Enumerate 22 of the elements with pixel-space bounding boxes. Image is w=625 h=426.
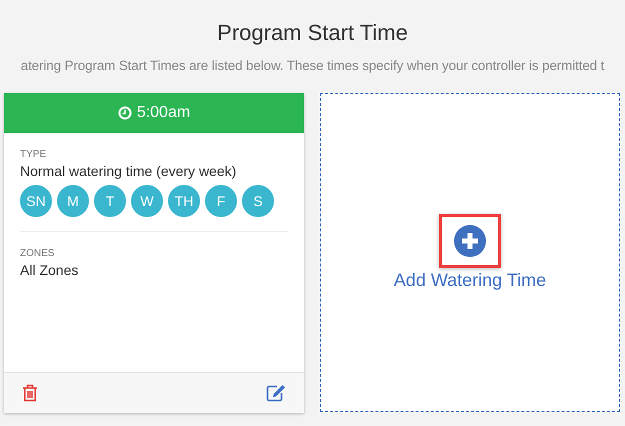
add-watering-time-panel[interactable]: Add Watering Time: [320, 93, 620, 412]
day-badge: M: [57, 185, 89, 217]
day-badge: S: [242, 185, 274, 217]
day-badge: W: [131, 185, 163, 217]
type-label: TYPE: [20, 149, 48, 160]
day-badge: TH: [168, 185, 200, 217]
day-badge: F: [205, 185, 237, 217]
zones-label: ZONES: [20, 248, 56, 259]
clock-icon: [118, 106, 132, 120]
start-time: 5:00am: [136, 104, 190, 122]
page-title: Program Start Time: [216, 19, 409, 47]
edit-icon: [266, 384, 286, 402]
add-watering-time-link[interactable]: Add Watering Time: [394, 270, 546, 291]
day-badge: T: [94, 185, 126, 217]
edit-button[interactable]: [266, 384, 286, 402]
page-description: atering Program Start Times are listed below. These times specify when your controller is permitted t: [20, 58, 604, 73]
type-value: Normal watering time (every week): [20, 163, 238, 179]
plus-circle-icon[interactable]: [454, 225, 486, 257]
zones-value: All Zones: [20, 262, 80, 278]
trash-icon: [22, 384, 38, 402]
delete-button[interactable]: [22, 384, 38, 402]
day-badge: SN: [20, 185, 52, 217]
